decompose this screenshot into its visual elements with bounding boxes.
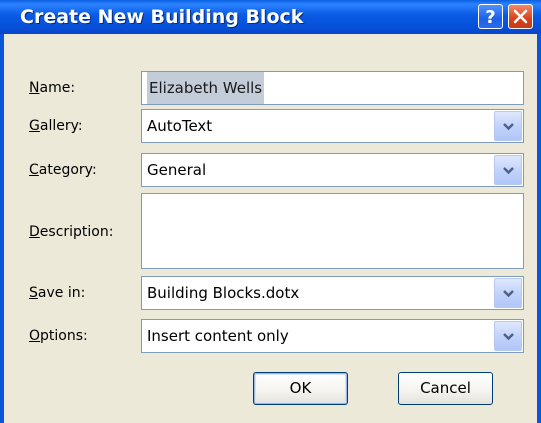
cancel-button[interactable]: Cancel — [398, 372, 493, 405]
close-icon — [513, 9, 528, 24]
window-frame-left — [0, 34, 4, 423]
title-bar: Create New Building Block ? — [0, 0, 541, 34]
window-frame-right — [537, 34, 541, 423]
name-label: Name: — [29, 77, 75, 99]
category-value: General — [147, 161, 207, 179]
name-mnemonic: N — [29, 80, 40, 96]
gallery-value: AutoText — [147, 117, 213, 135]
create-building-block-dialog: Create New Building Block ? Name: Elizab… — [0, 0, 541, 423]
category-label-text: ategory: — [38, 162, 97, 178]
save-in-value: Building Blocks.dotx — [147, 284, 300, 302]
chevron-down-icon — [503, 123, 514, 131]
chevron-down-icon — [503, 290, 514, 298]
name-value: Elizabeth Wells — [147, 72, 265, 104]
gallery-label-text: allery: — [39, 118, 83, 134]
help-icon: ? — [485, 7, 495, 28]
description-label: Description: — [29, 221, 113, 243]
options-dropdown-button[interactable] — [494, 321, 522, 351]
gallery-dropdown[interactable]: AutoText — [141, 109, 524, 143]
description-textarea[interactable] — [141, 193, 524, 269]
dialog-title: Create New Building Block — [20, 6, 304, 28]
description-label-text: escription: — [39, 224, 114, 240]
gallery-label: Gallery: — [29, 115, 83, 137]
options-mnemonic: O — [29, 328, 41, 344]
category-dropdown[interactable]: General — [141, 153, 524, 187]
name-label-text: ame: — [39, 80, 76, 96]
category-mnemonic: C — [29, 162, 39, 178]
gallery-mnemonic: G — [29, 118, 40, 134]
chevron-down-icon — [503, 333, 514, 341]
chevron-down-icon — [503, 167, 514, 175]
save-in-label: Save in: — [29, 282, 85, 304]
close-button[interactable] — [508, 4, 533, 29]
gallery-dropdown-button[interactable] — [494, 111, 522, 141]
save-in-mnemonic: S — [29, 285, 38, 301]
name-field[interactable]: Elizabeth Wells — [141, 71, 524, 105]
ok-button[interactable]: OK — [253, 372, 348, 405]
description-mnemonic: D — [29, 224, 40, 240]
save-in-label-text: ave in: — [37, 285, 86, 301]
save-in-dropdown-button[interactable] — [494, 278, 522, 308]
options-value: Insert content only — [147, 327, 289, 345]
save-in-dropdown[interactable]: Building Blocks.dotx — [141, 276, 524, 310]
category-label: Category: — [29, 159, 97, 181]
options-dropdown[interactable]: Insert content only — [141, 319, 524, 353]
options-label: Options: — [29, 325, 88, 347]
help-button[interactable]: ? — [478, 4, 503, 29]
category-dropdown-button[interactable] — [494, 155, 522, 185]
options-label-text: ptions: — [40, 328, 88, 344]
svg-text:?: ? — [485, 7, 495, 28]
